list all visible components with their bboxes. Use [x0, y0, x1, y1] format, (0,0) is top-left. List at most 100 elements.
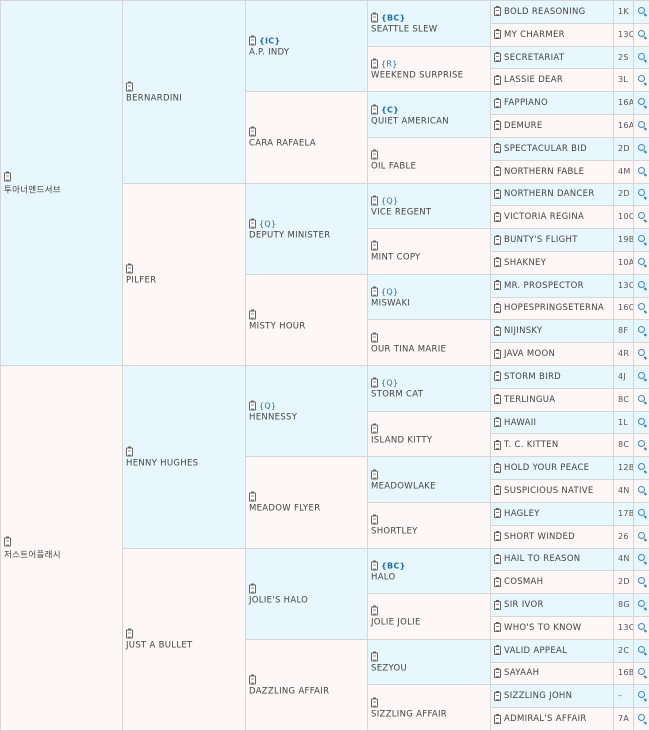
horse-name[interactable]: SECRETARIAT	[504, 53, 564, 63]
search-icon[interactable]	[638, 668, 645, 675]
clipboard-icon[interactable]	[494, 601, 501, 610]
search-cell[interactable]	[633, 365, 649, 389]
gen5-horse-cell[interactable]: SHORT WINDED	[490, 525, 614, 549]
gen4-horse-cell[interactable]: OIL FABLE	[367, 137, 491, 184]
clipboard-icon[interactable]	[249, 219, 256, 228]
horse-name[interactable]: QUIET AMERICAN	[371, 116, 488, 126]
clipboard-icon[interactable]	[249, 128, 256, 137]
horse-name[interactable]: STORM BIRD	[504, 372, 561, 382]
search-cell[interactable]	[633, 160, 649, 184]
horse-name[interactable]: VICTORIA REGINA	[504, 212, 584, 222]
horse-name[interactable]: BERNARDINI	[126, 93, 243, 103]
search-cell[interactable]	[633, 479, 649, 503]
gen1-horse-cell[interactable]: 저스트어플래시	[0, 365, 123, 731]
gen4-horse-cell[interactable]: ISLAND KITTY	[367, 411, 491, 458]
gen4-horse-cell[interactable]: {C}QUIET AMERICAN	[367, 91, 491, 138]
gen2-horse-cell[interactable]: PILFER	[122, 183, 246, 367]
gen5-horse-cell[interactable]: COSMAH	[490, 570, 614, 594]
gen5-horse-cell[interactable]: HOPESPRINGSETERNA	[490, 297, 614, 321]
search-icon[interactable]	[638, 395, 645, 402]
clipboard-icon[interactable]	[494, 555, 501, 564]
search-icon[interactable]	[638, 189, 645, 196]
search-icon[interactable]	[638, 577, 645, 584]
horse-name[interactable]: WEEKEND SURPRISE	[371, 70, 488, 80]
search-icon[interactable]	[638, 281, 645, 288]
gen5-horse-cell[interactable]: SIZZLING JOHN	[490, 684, 614, 708]
search-icon[interactable]	[638, 418, 645, 425]
gen5-horse-cell[interactable]: LASSIE DEAR	[490, 68, 614, 92]
search-icon[interactable]	[638, 258, 645, 265]
search-cell[interactable]	[633, 274, 649, 298]
search-icon[interactable]	[638, 30, 645, 37]
search-icon[interactable]	[638, 167, 645, 174]
clipboard-icon[interactable]	[371, 653, 378, 662]
clipboard-icon[interactable]	[371, 59, 378, 68]
search-icon[interactable]	[638, 75, 645, 82]
clipboard-icon[interactable]	[371, 561, 378, 570]
search-icon[interactable]	[638, 372, 645, 379]
clipboard-icon[interactable]	[494, 486, 501, 495]
search-icon[interactable]	[638, 235, 645, 242]
horse-name[interactable]: SHORTLEY	[371, 527, 488, 537]
clipboard-icon[interactable]	[494, 509, 501, 518]
clipboard-icon[interactable]	[494, 623, 501, 632]
clipboard-icon[interactable]	[371, 470, 378, 479]
search-cell[interactable]	[633, 456, 649, 480]
search-icon[interactable]	[638, 623, 645, 630]
gen3-horse-cell[interactable]: {Q}DEPUTY MINISTER	[245, 183, 368, 275]
search-icon[interactable]	[638, 554, 645, 561]
horse-name[interactable]: MINT COPY	[371, 253, 488, 263]
gen5-horse-cell[interactable]: STORM BIRD	[490, 365, 614, 389]
horse-name[interactable]: HAIL TO REASON	[504, 554, 580, 564]
horse-name[interactable]: HOPESPRINGSETERNA	[504, 303, 604, 313]
gen2-horse-cell[interactable]: JUST A BULLET	[122, 548, 246, 731]
gen5-horse-cell[interactable]: SHAKNEY	[490, 251, 614, 275]
clipboard-icon[interactable]	[126, 82, 133, 91]
clipboard-icon[interactable]	[494, 281, 501, 290]
clipboard-icon[interactable]	[494, 578, 501, 587]
clipboard-icon[interactable]	[494, 692, 501, 701]
search-cell[interactable]	[633, 91, 649, 115]
horse-name[interactable]: OIL FABLE	[371, 162, 488, 172]
gen4-horse-cell[interactable]: {BC}SEATTLE SLEW	[367, 0, 491, 47]
horse-name[interactable]: MY CHARMER	[504, 30, 565, 40]
horse-name[interactable]: T. C. KITTEN	[504, 440, 559, 450]
horse-name[interactable]: HENNESSY	[249, 413, 365, 423]
horse-name[interactable]: LASSIE DEAR	[504, 75, 563, 85]
clipboard-icon[interactable]	[249, 584, 256, 593]
horse-name[interactable]: 저스트어플래시	[4, 549, 120, 561]
search-cell[interactable]	[633, 46, 649, 70]
clipboard-icon[interactable]	[494, 304, 501, 313]
gen5-horse-cell[interactable]: SIR IVOR	[490, 593, 614, 617]
gen5-horse-cell[interactable]: MR. PROSPECTOR	[490, 274, 614, 298]
horse-name[interactable]: JOLIE JOLIE	[371, 618, 488, 628]
gen5-horse-cell[interactable]: SPECTACULAR BID	[490, 137, 614, 161]
clipboard-icon[interactable]	[371, 698, 378, 707]
search-cell[interactable]	[633, 251, 649, 275]
horse-name[interactable]: HAWAII	[504, 418, 536, 428]
search-cell[interactable]	[633, 411, 649, 435]
gen4-horse-cell[interactable]: MINT COPY	[367, 228, 491, 275]
gen5-horse-cell[interactable]: HAIL TO REASON	[490, 548, 614, 572]
search-cell[interactable]	[633, 639, 649, 663]
search-cell[interactable]	[633, 388, 649, 412]
gen5-horse-cell[interactable]: VICTORIA REGINA	[490, 205, 614, 229]
search-icon[interactable]	[638, 121, 645, 128]
gen5-horse-cell[interactable]: DEMURE	[490, 114, 614, 138]
horse-name[interactable]: MR. PROSPECTOR	[504, 281, 584, 291]
gen4-horse-cell[interactable]: OUR TINA MARIE	[367, 319, 491, 366]
gen5-horse-cell[interactable]: BUNTY'S FLIGHT	[490, 228, 614, 252]
gen5-horse-cell[interactable]: BOLD REASONING	[490, 0, 614, 24]
search-cell[interactable]	[633, 68, 649, 92]
gen4-horse-cell[interactable]: SEZYOU	[367, 639, 491, 686]
horse-name[interactable]: SIR IVOR	[504, 600, 544, 610]
horse-name[interactable]: ADMIRAL'S AFFAIR	[504, 714, 587, 724]
search-icon[interactable]	[638, 509, 645, 516]
search-cell[interactable]	[633, 707, 649, 731]
clipboard-icon[interactable]	[494, 464, 501, 473]
clipboard-icon[interactable]	[494, 441, 501, 450]
gen3-horse-cell[interactable]: DAZZLING AFFAIR	[245, 639, 368, 731]
horse-name[interactable]: ISLAND KITTY	[371, 435, 488, 445]
horse-name[interactable]: VALID APPEAL	[504, 646, 567, 656]
clipboard-icon[interactable]	[371, 424, 378, 433]
